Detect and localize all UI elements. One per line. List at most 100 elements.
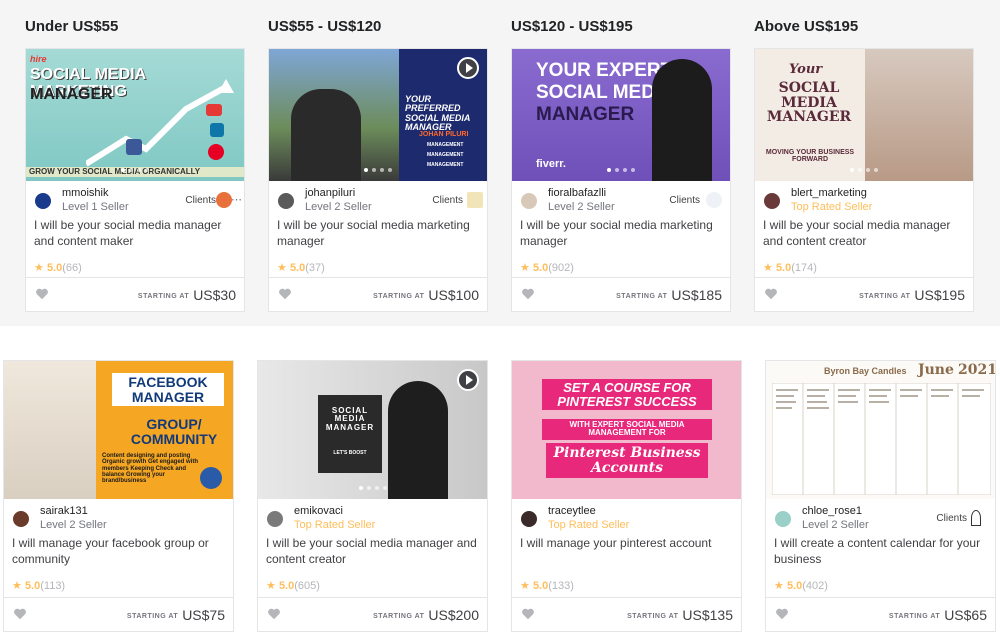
gig-title[interactable]: I will manage your facebook group or com… xyxy=(4,535,233,579)
play-video-icon[interactable] xyxy=(457,57,479,79)
clients-label: Clients xyxy=(432,195,463,206)
client-logo[interactable] xyxy=(971,510,981,526)
price[interactable]: STARTING AT US$65 xyxy=(889,607,987,623)
gig-thumbnail[interactable]: FACEBOOK MANAGER GROUP/ COMMUNITY Conten… xyxy=(4,361,233,499)
price[interactable]: STARTING AT US$185 xyxy=(616,287,722,303)
heart-icon[interactable] xyxy=(764,287,778,301)
gig-thumbnail[interactable]: YOUR PREFERRED SOCIAL MEDIA MANAGER JOHA… xyxy=(269,49,487,181)
gig-card[interactable]: Your SOCIAL MEDIA MANAGER MOVING YOUR BU… xyxy=(754,48,974,312)
star-icon: ★ xyxy=(266,580,276,592)
gig-thumbnail[interactable]: YOUR EXPERT SOCIAL MEDIA MANAGER fiverr. xyxy=(512,49,730,181)
gig-card[interactable]: hire SOCIAL MEDIA MARKETING MANAGER GROW… xyxy=(25,48,245,312)
gig-title[interactable]: I will be your social media marketing ma… xyxy=(512,217,730,261)
seller-photo xyxy=(291,89,361,181)
price[interactable]: STARTING AT US$135 xyxy=(627,607,733,623)
seller-info: emikovaci Top Rated Seller xyxy=(258,499,487,535)
more-options-icon[interactable]: ⋯ xyxy=(231,193,242,206)
clients-label: Clients xyxy=(936,513,967,524)
carousel-dots[interactable] xyxy=(121,168,149,172)
seller-level: Top Rated Seller xyxy=(791,201,873,213)
gig-title[interactable]: I will create a content calendar for you… xyxy=(766,535,995,579)
gig-footer: STARTING AT US$100 xyxy=(269,277,487,311)
avatar[interactable] xyxy=(267,511,283,527)
seller-photo xyxy=(865,49,973,181)
heart-icon[interactable] xyxy=(35,287,49,301)
heart-icon[interactable] xyxy=(521,287,535,301)
seller-level: Top Rated Seller xyxy=(548,519,630,531)
gig-thumbnail[interactable]: SOCIAL MEDIA MANAGER LET'S BOOST xyxy=(258,361,487,499)
price[interactable]: STARTING AT US$200 xyxy=(373,607,479,623)
client-logo[interactable] xyxy=(467,192,483,208)
clients-label: Clients xyxy=(669,195,700,206)
gig-card[interactable]: YOUR PREFERRED SOCIAL MEDIA MANAGER JOHA… xyxy=(268,48,488,312)
seller-info: johanpiluri Level 2 Seller Clients xyxy=(269,181,487,217)
facebook-icon xyxy=(200,467,222,489)
column-heading-55-120: US$55 - US$120 xyxy=(268,18,382,35)
gig-footer: STARTING AT US$195 xyxy=(755,277,973,311)
gig-title[interactable]: I will manage your pinterest account xyxy=(512,535,741,579)
star-icon: ★ xyxy=(763,262,773,274)
carousel-dots[interactable] xyxy=(358,486,387,490)
gig-title[interactable]: I will be your social media manager and … xyxy=(755,217,973,261)
price[interactable]: STARTING AT US$30 xyxy=(138,287,236,303)
gig-title[interactable]: I will be your social media manager and … xyxy=(258,535,487,579)
gig-thumbnail[interactable]: hire SOCIAL MEDIA MARKETING MANAGER GROW… xyxy=(26,49,244,181)
column-heading-above-195: Above US$195 xyxy=(754,18,859,35)
carousel-dots[interactable] xyxy=(607,168,635,172)
gig-footer: STARTING AT US$30 xyxy=(26,277,244,311)
gig-card[interactable]: SET A COURSE FOR PINTEREST SUCCESS WITH … xyxy=(511,360,742,632)
avatar[interactable] xyxy=(775,511,791,527)
seller-photo xyxy=(388,381,448,499)
gig-footer: STARTING AT US$135 xyxy=(512,597,741,631)
gig-thumbnail[interactable]: Byron Bay Candles June 2021 xyxy=(766,361,995,499)
seller-name[interactable]: blert_marketing xyxy=(791,187,963,200)
star-icon: ★ xyxy=(774,580,784,592)
avatar[interactable] xyxy=(521,193,537,209)
seller-name[interactable]: emikovaci xyxy=(294,505,477,518)
seller-photo xyxy=(652,59,712,181)
gig-title[interactable]: I will be your social media marketing ma… xyxy=(269,217,487,261)
avatar[interactable] xyxy=(521,511,537,527)
gig-card[interactable]: FACEBOOK MANAGER GROUP/ COMMUNITY Conten… xyxy=(3,360,234,632)
linkedin-icon xyxy=(210,123,224,137)
heart-icon[interactable] xyxy=(278,287,292,301)
avatar[interactable] xyxy=(278,193,294,209)
pinterest-icon xyxy=(208,144,224,160)
avatar[interactable] xyxy=(764,193,780,209)
price[interactable]: STARTING AT US$100 xyxy=(373,287,479,303)
gig-card[interactable]: Byron Bay Candles June 2021 chloe_rose1 xyxy=(765,360,996,632)
gig-thumbnail[interactable]: SET A COURSE FOR PINTEREST SUCCESS WITH … xyxy=(512,361,741,499)
heart-icon[interactable] xyxy=(267,607,281,621)
clients-label: Clients xyxy=(185,195,216,206)
facebook-icon xyxy=(126,139,142,155)
avatar[interactable] xyxy=(35,193,51,209)
client-logo[interactable] xyxy=(706,192,722,208)
seller-info: fioralbafazlli Level 2 Seller Clients xyxy=(512,181,730,217)
gig-rating: ★ 5.0(605) xyxy=(266,580,320,592)
carousel-dots[interactable] xyxy=(364,168,392,172)
star-icon: ★ xyxy=(277,262,287,274)
gig-card[interactable]: SOCIAL MEDIA MANAGER LET'S BOOST emikova… xyxy=(257,360,488,632)
carousel-dots[interactable] xyxy=(850,168,878,172)
seller-name[interactable]: sairak131 xyxy=(40,505,223,518)
avatar[interactable] xyxy=(13,511,29,527)
client-logo[interactable] xyxy=(216,192,232,208)
seller-info: mmoishik Level 1 Seller Clients ⋯ xyxy=(26,181,244,217)
gig-rating: ★ 5.0(113) xyxy=(12,580,66,592)
seller-info: sairak131 Level 2 Seller xyxy=(4,499,233,535)
column-heading-120-195: US$120 - US$195 xyxy=(511,18,633,35)
gig-thumbnail[interactable]: Your SOCIAL MEDIA MANAGER MOVING YOUR BU… xyxy=(755,49,973,181)
play-video-icon[interactable] xyxy=(457,369,479,391)
seller-photo xyxy=(4,361,96,499)
price[interactable]: STARTING AT US$75 xyxy=(127,607,225,623)
heart-icon[interactable] xyxy=(775,607,789,621)
seller-info: chloe_rose1 Level 2 Seller Clients xyxy=(766,499,995,535)
star-icon: ★ xyxy=(520,262,530,274)
heart-icon[interactable] xyxy=(521,607,535,621)
gig-card[interactable]: YOUR EXPERT SOCIAL MEDIA MANAGER fiverr.… xyxy=(511,48,731,312)
gig-title[interactable]: I will be your social media manager and … xyxy=(26,217,244,261)
seller-name[interactable]: traceytlee xyxy=(548,505,731,518)
heart-icon[interactable] xyxy=(13,607,27,621)
seller-info: traceytlee Top Rated Seller xyxy=(512,499,741,535)
price[interactable]: STARTING AT US$195 xyxy=(859,287,965,303)
